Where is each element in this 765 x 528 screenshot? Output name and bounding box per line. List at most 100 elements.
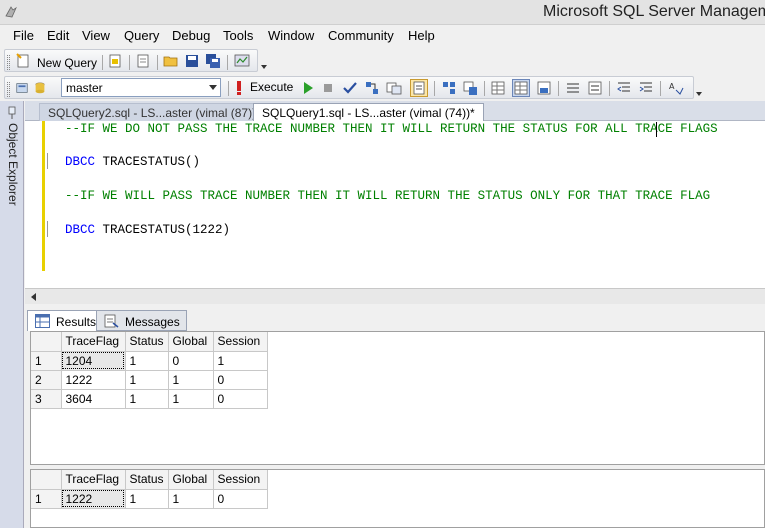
- menu-query[interactable]: Query: [124, 28, 159, 43]
- menu-window[interactable]: Window: [268, 28, 314, 43]
- header-row: TraceFlag Status Global Session: [31, 470, 268, 490]
- menu-help[interactable]: Help: [408, 28, 435, 43]
- menu-tools[interactable]: Tools: [223, 28, 253, 43]
- menu-bar: File Edit View Query Debug Tools Window …: [0, 25, 765, 47]
- table-cell[interactable]: 0: [213, 370, 268, 390]
- column-header-traceflag[interactable]: TraceFlag: [61, 470, 126, 490]
- title-bar: Microsoft SQL Server Managemer: [0, 0, 765, 25]
- activity-monitor-icon[interactable]: [234, 53, 250, 69]
- new-file-icon[interactable]: [135, 53, 151, 69]
- table-row: 2 1222 1 1 0: [31, 370, 268, 390]
- query-designer-icon[interactable]: [386, 80, 402, 96]
- table-cell[interactable]: 1: [125, 351, 169, 371]
- parse-checkmark-icon[interactable]: [342, 80, 358, 96]
- menu-file[interactable]: File: [13, 28, 34, 43]
- tab-sqlquery2[interactable]: SQLQuery2.sql - LS...aster (vimal (87))*: [39, 103, 270, 121]
- open-folder-icon[interactable]: [163, 53, 179, 69]
- column-header-session[interactable]: Session: [213, 470, 268, 490]
- include-plan-icon[interactable]: [441, 80, 457, 96]
- menu-debug[interactable]: Debug: [172, 28, 210, 43]
- table-cell[interactable]: 1222: [61, 370, 126, 390]
- grid-corner[interactable]: [31, 470, 62, 490]
- toolbar-overflow-button[interactable]: [259, 57, 269, 71]
- object-explorer-side-tab[interactable]: Object Explorer: [0, 101, 24, 528]
- table-cell[interactable]: 0: [213, 489, 268, 509]
- tab-sqlquery1[interactable]: SQLQuery1.sql - LS...aster (vimal (74))*: [253, 103, 484, 122]
- results-to-grid-icon[interactable]: [490, 80, 506, 96]
- column-header-session[interactable]: Session: [213, 332, 268, 352]
- table-cell[interactable]: 1: [168, 370, 214, 390]
- save-icon[interactable]: [184, 53, 200, 69]
- execute-button[interactable]: Execute: [250, 80, 293, 94]
- ssms-app-icon[interactable]: [3, 4, 19, 20]
- table-cell[interactable]: 1: [213, 351, 268, 371]
- new-query-button[interactable]: New Query: [37, 56, 97, 70]
- comment-lines-icon[interactable]: [565, 80, 581, 96]
- result-grid-1[interactable]: TraceFlag Status Global Session 1 1204 1…: [30, 331, 765, 465]
- tab-messages[interactable]: Messages: [96, 310, 187, 331]
- pin-icon[interactable]: [4, 105, 20, 121]
- row-number[interactable]: 2: [31, 370, 62, 390]
- row-number[interactable]: 1: [31, 489, 62, 509]
- result-grid-2[interactable]: TraceFlag Status Global Session 1 1222 1…: [30, 469, 765, 528]
- results-to-text-icon[interactable]: [410, 79, 428, 97]
- table-cell[interactable]: 1: [125, 370, 169, 390]
- code-line-4: DBCC TRACESTATUS(1222): [65, 223, 230, 237]
- increase-indent-icon[interactable]: [638, 80, 654, 96]
- table-cell[interactable]: 1: [168, 389, 214, 409]
- new-query-icon[interactable]: [15, 53, 31, 69]
- client-statistics-icon[interactable]: [462, 80, 478, 96]
- scroll-left-arrow-icon[interactable]: [31, 293, 36, 301]
- code-line-2: DBCC TRACESTATUS(): [65, 155, 200, 169]
- header-row: TraceFlag Status Global Session: [31, 332, 268, 352]
- toolbar-separator: [102, 55, 103, 70]
- table-cell[interactable]: 3604: [61, 389, 126, 409]
- table-row: 1 1204 1 0 1: [31, 351, 268, 371]
- toolbar-separator: [609, 81, 610, 96]
- menu-community[interactable]: Community: [328, 28, 394, 43]
- column-header-status[interactable]: Status: [125, 332, 169, 352]
- toolbar-separator: [157, 55, 158, 70]
- code-comment: --IF WE WILL PASS TRACE NUMBER THEN IT W…: [65, 189, 711, 203]
- results-to-file-icon[interactable]: [536, 80, 552, 96]
- uncomment-lines-icon[interactable]: [587, 80, 603, 96]
- toolbar-grip[interactable]: [7, 82, 10, 97]
- grid-corner[interactable]: [31, 332, 62, 352]
- column-header-traceflag[interactable]: TraceFlag: [61, 332, 126, 352]
- table-cell[interactable]: 0: [213, 389, 268, 409]
- menu-view[interactable]: View: [82, 28, 110, 43]
- available-databases-select[interactable]: master: [61, 78, 221, 97]
- decrease-indent-icon[interactable]: [616, 80, 632, 96]
- table-cell[interactable]: 1222: [61, 489, 126, 509]
- toolbar-grip[interactable]: [7, 55, 10, 70]
- table-cell[interactable]: 1: [125, 389, 169, 409]
- menu-edit[interactable]: Edit: [47, 28, 69, 43]
- save-all-icon[interactable]: [205, 53, 221, 69]
- table-cell[interactable]: 1204: [61, 351, 126, 371]
- debug-play-icon[interactable]: [300, 80, 316, 96]
- table-cell[interactable]: 1: [125, 489, 169, 509]
- database-icon: [35, 82, 45, 94]
- specify-template-values-icon[interactable]: A: [668, 80, 684, 96]
- toolbar-overflow-button[interactable]: [694, 84, 704, 98]
- sql-editor-toolbar: master Execute A: [0, 74, 765, 101]
- results-to-grid-active-icon[interactable]: [512, 79, 530, 97]
- column-header-status[interactable]: Status: [125, 470, 169, 490]
- query-editor[interactable]: --IF WE DO NOT PASS THE TRACE NUMBER THE…: [25, 121, 765, 288]
- database-engine-query-icon[interactable]: [107, 53, 123, 69]
- stop-icon[interactable]: [320, 80, 336, 96]
- connect-icon[interactable]: [15, 81, 29, 95]
- tab-results[interactable]: Results: [27, 310, 104, 331]
- row-number[interactable]: 1: [31, 351, 62, 371]
- chevron-down-icon[interactable]: [209, 85, 217, 90]
- table-cell[interactable]: 0: [168, 351, 214, 371]
- code-comment: --IF WE DO NOT PASS THE TRACE NUMBER THE…: [65, 122, 718, 136]
- column-header-global[interactable]: Global: [168, 470, 214, 490]
- editor-horizontal-scrollbar[interactable]: [25, 288, 765, 304]
- table-cell[interactable]: 1: [168, 489, 214, 509]
- column-header-global[interactable]: Global: [168, 332, 214, 352]
- grid-icon: [35, 314, 50, 328]
- row-number[interactable]: 3: [31, 389, 62, 409]
- messages-icon: [104, 314, 119, 328]
- estimated-plan-icon[interactable]: [364, 80, 380, 96]
